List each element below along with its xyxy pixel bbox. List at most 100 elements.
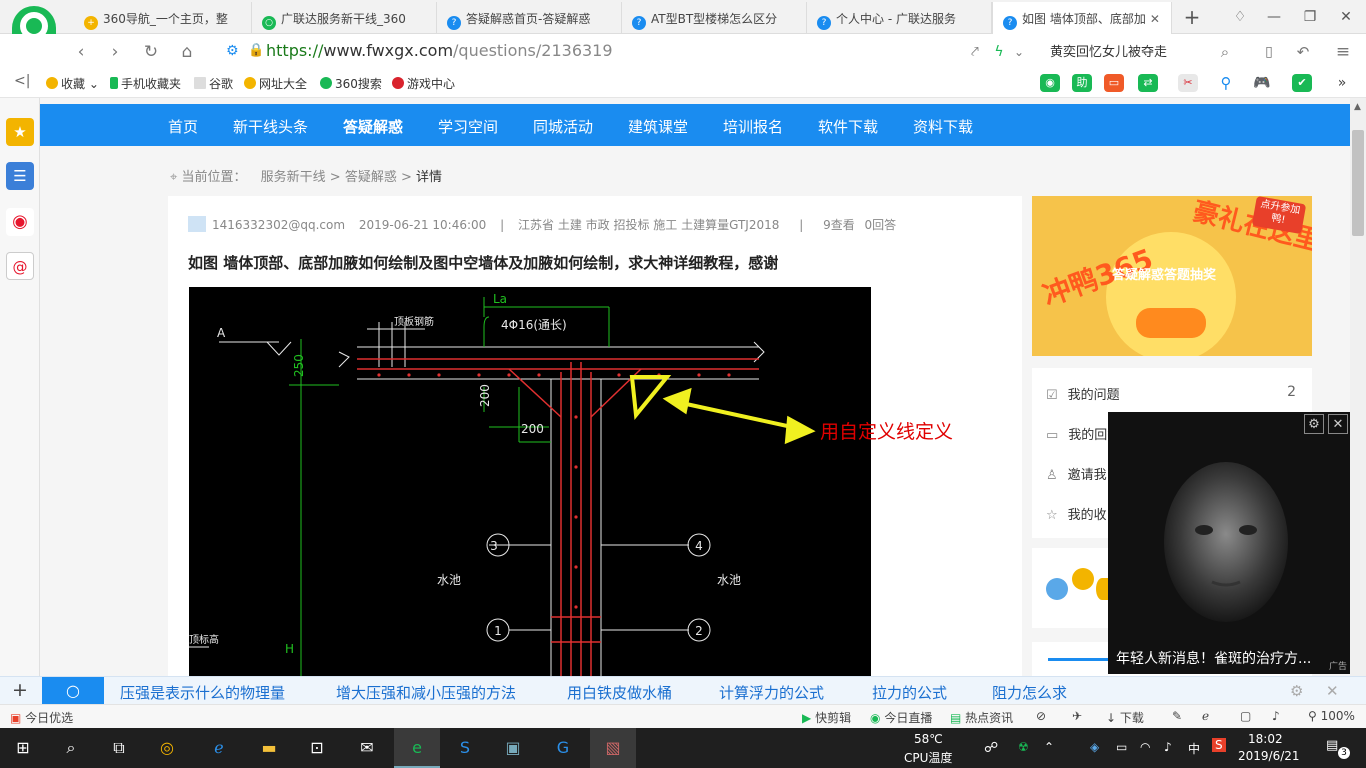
bookmark-360search[interactable]: 360搜索 xyxy=(320,75,382,92)
tab-360-nav[interactable]: +360导航_一个主页，整 xyxy=(74,2,252,34)
people-icon[interactable]: ☍ xyxy=(984,740,998,756)
site-settings-icon[interactable]: ⚙ xyxy=(226,43,239,59)
volume-icon[interactable]: ♪ xyxy=(1164,740,1172,754)
promo-banner[interactable]: 冲鸭365 豪礼在这里 答疑解惑答题抽奖 点升参加鸭! xyxy=(1032,196,1312,356)
task-view-icon[interactable]: ⧉ xyxy=(96,728,142,768)
maximize-button[interactable]: ❐ xyxy=(1296,4,1324,30)
cad-app-icon[interactable]: ▧ xyxy=(590,728,636,768)
search-icon[interactable]: ⌕ xyxy=(48,728,94,768)
security-icon[interactable]: ☢ xyxy=(1018,740,1029,754)
search-icon[interactable]: ⌕ xyxy=(1212,39,1238,65)
extension-icon[interactable]: ◉ xyxy=(1040,74,1060,92)
tab-close-icon[interactable]: ✕ xyxy=(1150,12,1160,26)
minimize-button[interactable]: — xyxy=(1260,4,1288,30)
add-icon[interactable]: + xyxy=(12,679,28,701)
speaker-icon[interactable]: ♪ xyxy=(1272,709,1280,723)
quick-edit[interactable]: ▶ 快剪辑 xyxy=(802,709,851,726)
share-icon[interactable]: ⤤ xyxy=(962,39,988,65)
scroll-thumb[interactable] xyxy=(1352,130,1364,236)
home-button[interactable]: ⌂ xyxy=(174,39,200,65)
pen-icon[interactable]: ✎ xyxy=(1172,709,1182,723)
edge-icon[interactable]: ℯ xyxy=(196,728,242,768)
search-input[interactable]: 黄奕回忆女儿被夺走 xyxy=(1050,41,1167,60)
network-icon[interactable]: ◈ xyxy=(1090,740,1099,754)
url-text[interactable]: https://www.fwxgx.com/questions/2136319 xyxy=(266,41,613,60)
close-window-button[interactable]: ✕ xyxy=(1332,4,1360,30)
mail-icon[interactable]: ✉ xyxy=(344,728,390,768)
nav-qa[interactable]: 答疑解惑 xyxy=(343,116,403,137)
author-link[interactable]: 1416332302@qq.com xyxy=(212,218,345,232)
cad-drawing-image[interactable]: A 顶板钢筋 4Φ16(通长) La 250 200 200 3 4 1 2 水… xyxy=(189,287,871,676)
nav-classroom[interactable]: 建筑课堂 xyxy=(628,116,688,137)
app-window-icon[interactable]: ▣ xyxy=(490,728,536,768)
reload-button[interactable]: ↻ xyxy=(138,39,164,65)
my-questions-link[interactable]: ☑ 我的问题 xyxy=(1046,384,1120,403)
collapse-icon[interactable]: <| xyxy=(14,73,30,89)
close-icon[interactable]: ✕ xyxy=(1326,682,1339,700)
related-link[interactable]: 增大压强和减小压强的方法 xyxy=(336,682,516,703)
tab-glodon-service[interactable]: ○ 广联达服务新干线_360 xyxy=(252,2,437,34)
bookmark-sites[interactable]: 网址大全 xyxy=(244,75,307,92)
skin-icon[interactable]: ♢ xyxy=(1226,4,1254,30)
search-logo-icon[interactable]: ○ xyxy=(42,677,104,704)
windows-start-icon[interactable]: ⊞ xyxy=(0,728,46,768)
bookmark-google[interactable]: 谷歌 xyxy=(194,75,233,92)
hot-news[interactable]: ▤ 热点资讯 xyxy=(950,709,1013,726)
file-explorer-icon[interactable]: ▬ xyxy=(246,728,292,768)
popup-caption[interactable]: 年轻人新消息！雀斑的治疗方... xyxy=(1116,648,1311,668)
nav-software[interactable]: 软件下载 xyxy=(818,116,878,137)
video-icon[interactable]: ▭ xyxy=(1104,74,1124,92)
nav-headlines[interactable]: 新干线头条 xyxy=(233,116,308,137)
back-button[interactable]: ‹ xyxy=(68,39,94,65)
related-link[interactable]: 用白铁皮做水桶 xyxy=(567,682,672,703)
window-icon[interactable]: ▢ xyxy=(1240,709,1251,723)
breadcrumb-qa[interactable]: 答疑解惑 xyxy=(345,170,397,185)
settings-icon[interactable]: ⚙ xyxy=(1304,414,1324,434)
mobile-icon[interactable]: ▯ xyxy=(1256,39,1282,65)
tab-personal-center[interactable]: ? 个人中心 - 广联达服务 xyxy=(807,2,992,34)
chevron-up-icon[interactable]: ⌃ xyxy=(1044,740,1054,754)
page-scrollbar[interactable]: ▲ xyxy=(1350,98,1366,676)
sogou-ime-icon[interactable]: S xyxy=(1212,738,1226,752)
nav-events[interactable]: 同城活动 xyxy=(533,116,593,137)
tools-icon[interactable]: ✈ xyxy=(1072,709,1082,723)
scroll-up-icon[interactable]: ▲ xyxy=(1354,102,1361,112)
nav-materials[interactable]: 资料下载 xyxy=(913,116,973,137)
more-icon[interactable]: » xyxy=(1332,74,1352,92)
cortana-icon[interactable]: ◎ xyxy=(144,728,190,768)
chevron-down-icon[interactable]: ⌄ xyxy=(1006,39,1032,65)
menu-icon[interactable]: ≡ xyxy=(1330,39,1356,65)
live-today[interactable]: ◉ 今日直播 xyxy=(870,709,932,726)
mail-icon[interactable]: @ xyxy=(6,252,34,280)
nav-learning[interactable]: 学习空间 xyxy=(438,116,498,137)
avatar[interactable] xyxy=(188,216,206,232)
gamepad-icon[interactable]: 🎮 xyxy=(1252,74,1272,92)
clock-date[interactable]: 2019/6/21 xyxy=(1238,749,1300,763)
nav-home[interactable]: 首页 xyxy=(168,116,198,137)
wifi-icon[interactable]: ◠ xyxy=(1140,740,1150,754)
tab-current-question[interactable]: ? 如图 墙体顶部、底部加 ✕ xyxy=(992,2,1172,34)
notification-icon[interactable]: ▤ xyxy=(1326,738,1338,753)
daily-picks[interactable]: ▣ 今日优选 xyxy=(10,709,73,726)
helper-icon[interactable]: 助 xyxy=(1072,74,1092,92)
favorites-star-icon[interactable]: ★ xyxy=(6,118,34,146)
related-link[interactable]: 拉力的公式 xyxy=(872,682,947,703)
popup-ad[interactable]: ⚙ ✕ 年轻人新消息！雀斑的治疗方... 广告 xyxy=(1108,412,1350,674)
close-icon[interactable]: ✕ xyxy=(1328,414,1348,434)
related-link[interactable]: 计算浮力的公式 xyxy=(719,682,824,703)
ie-icon[interactable]: ℯ xyxy=(1202,709,1209,723)
tab-stairs[interactable]: ? AT型BT型楼梯怎么区分 xyxy=(622,2,807,34)
bookmark-mobile[interactable]: 手机收藏夹 xyxy=(110,75,181,92)
weibo-icon[interactable]: ◉ xyxy=(6,208,34,236)
browser-360-icon[interactable]: e xyxy=(394,728,440,768)
undo-icon[interactable]: ↶ xyxy=(1290,39,1316,65)
invited-link[interactable]: ♙ 邀请我 xyxy=(1046,464,1107,483)
related-link[interactable]: 阻力怎么求 xyxy=(992,682,1067,703)
glodon-icon[interactable]: G xyxy=(540,728,586,768)
translate-icon[interactable]: ⇄ xyxy=(1138,74,1158,92)
favorites-link[interactable]: ☆ 我的收 xyxy=(1046,504,1107,523)
store-icon[interactable]: ⊡ xyxy=(294,728,340,768)
download[interactable]: ↓ 下载 xyxy=(1106,709,1144,726)
nav-training[interactable]: 培训报名 xyxy=(723,116,783,137)
scissors-icon[interactable]: ✂ xyxy=(1178,74,1198,92)
